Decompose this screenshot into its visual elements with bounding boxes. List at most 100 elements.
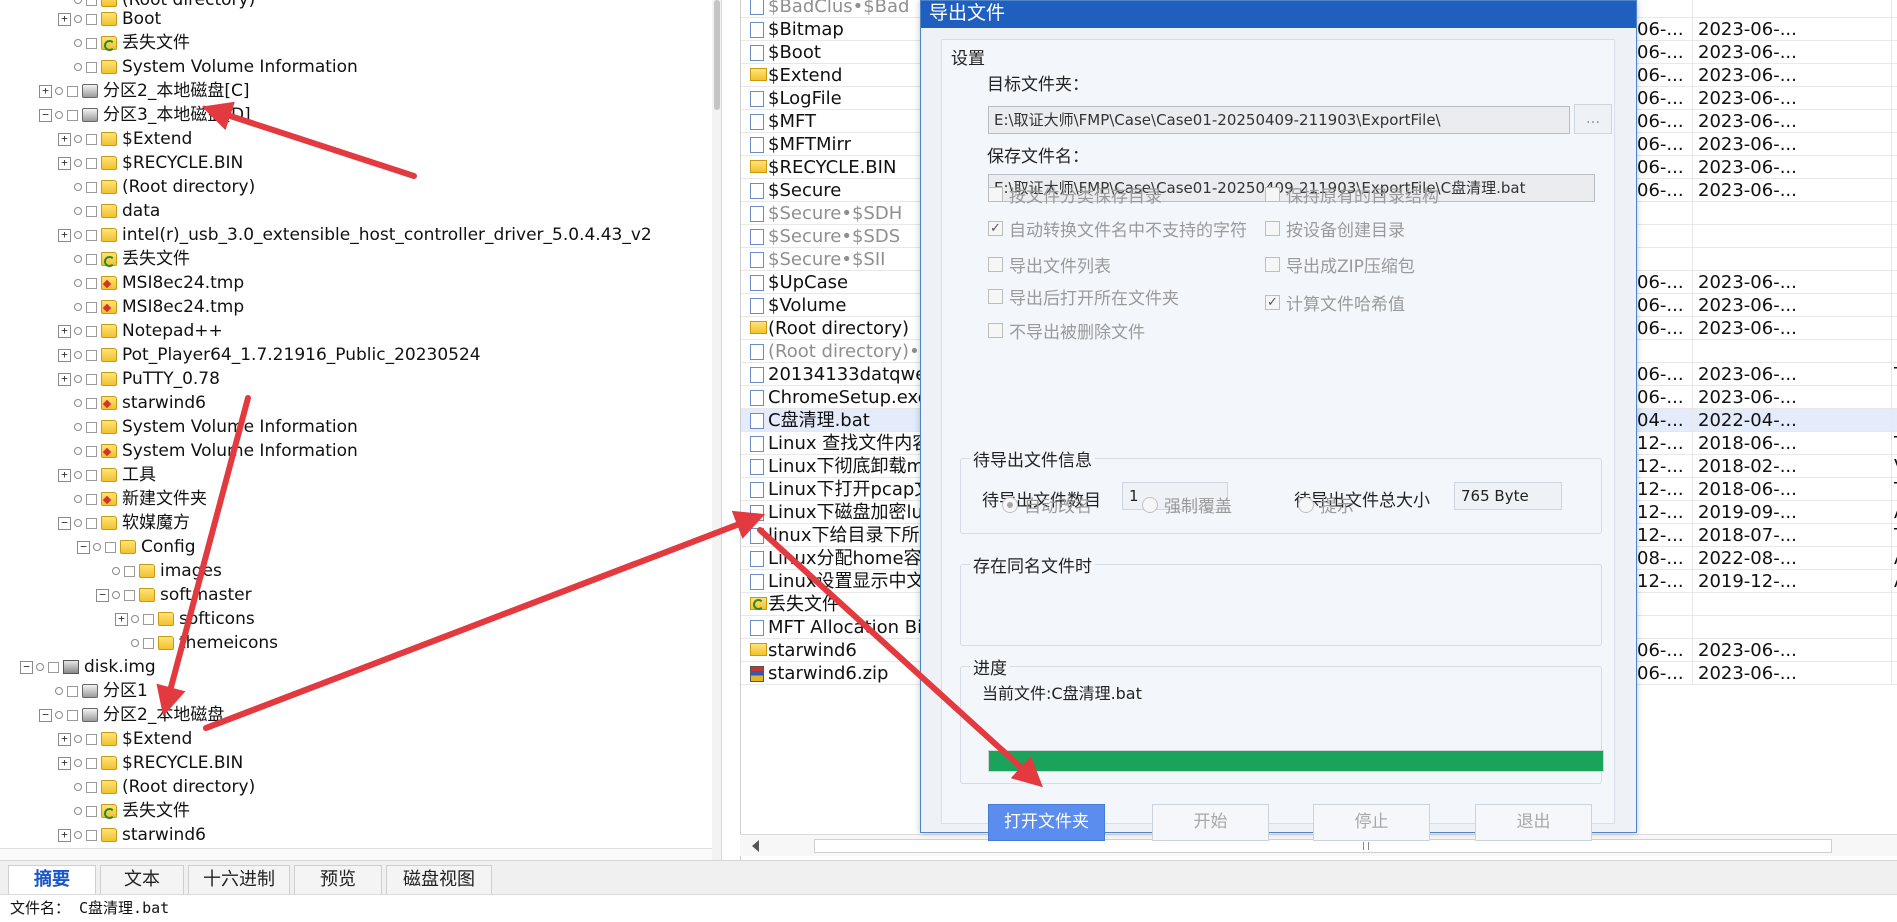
collapse-icon[interactable]: − [77,540,90,554]
collapse-icon[interactable]: − [39,108,52,122]
tree-checkbox[interactable] [143,613,154,625]
option-checkbox[interactable]: 按设备创建目录 [1265,216,1405,241]
option-checkbox[interactable]: 按文件分类保存目录 [988,182,1162,207]
tree-node[interactable]: − 分区2_本地磁盘 [39,703,224,727]
option-checkbox[interactable]: 导出成ZIP压缩包 [1265,252,1415,277]
tree-node[interactable]: (Root directory) [58,175,255,199]
expand-icon[interactable]: + [58,156,71,170]
tree-node[interactable]: data [58,199,160,223]
tree-node[interactable]: starwind6 [58,391,206,415]
tree-checkbox[interactable] [86,805,97,817]
tree-node[interactable]: + PuTTY_0.78 [58,367,220,391]
tree-checkbox[interactable] [67,709,78,721]
stop-button[interactable]: 停止 [1313,804,1430,841]
tree-node[interactable]: + 分区2_本地磁盘[C] [39,79,249,103]
unchecked-box-icon[interactable] [988,257,1003,272]
option-checkbox[interactable]: 不导出被删除文件 [988,318,1145,343]
tree-checkbox[interactable] [86,133,97,145]
tree-checkbox[interactable] [86,445,97,457]
tree-checkbox[interactable] [86,229,97,241]
tree-node[interactable]: System Volume Information [58,439,358,463]
tree-node[interactable]: + starwind6 [58,823,206,847]
tree-node[interactable]: + Pot_Player64_1.7.21916_Public_20230524 [58,343,481,367]
tree-checkbox[interactable] [86,0,97,6]
tree-node[interactable]: System Volume Information [58,415,358,439]
duplicate-radio[interactable]: 提示 [1298,492,1354,517]
tree-scrollbar-thumb[interactable] [714,0,720,110]
tree-checkbox[interactable] [86,829,97,841]
expand-icon[interactable]: + [58,756,71,770]
tree-node[interactable]: System Volume Information [58,55,358,79]
collapse-icon[interactable]: − [39,708,52,722]
tree-node[interactable]: + Boot [58,7,161,31]
tree-checkbox[interactable] [143,637,154,649]
tree-checkbox[interactable] [86,493,97,505]
tree-node[interactable]: 丢失文件 [58,31,190,55]
scrollbar-track[interactable] [814,839,1832,853]
tree-checkbox[interactable] [86,157,97,169]
tree-checkbox[interactable] [67,109,78,121]
tree-node[interactable]: + $Extend [58,727,192,751]
expand-icon[interactable]: + [58,348,71,362]
tree-checkbox[interactable] [86,757,97,769]
target-folder-field[interactable]: E:\取证大师\FMP\Case\Case01-20250409-211903\… [988,106,1570,134]
duplicate-radio[interactable]: 强制覆盖 [1142,492,1232,517]
tree-checkbox[interactable] [86,373,97,385]
tree-node[interactable]: 丢失文件 [58,247,190,271]
tree-checkbox[interactable] [67,85,78,97]
folder-tree-panel[interactable]: (Root directory) + Boot 丢失文件 System Volume I… [0,0,722,860]
expand-icon[interactable]: + [115,612,128,626]
expand-icon[interactable]: + [58,372,71,386]
collapse-icon[interactable]: − [20,660,33,674]
option-checkbox[interactable]: ✓ 自动转换文件名中不支持的字符 [988,216,1247,241]
tree-checkbox[interactable] [86,37,97,49]
tree-checkbox[interactable] [86,781,97,793]
tree-checkbox[interactable] [86,733,97,745]
tree-checkbox[interactable] [124,565,135,577]
unchecked-box-icon[interactable] [988,323,1003,338]
scrollbar-grip-icon[interactable] [1363,842,1369,850]
tree-checkbox[interactable] [86,421,97,433]
expand-icon[interactable]: + [58,468,71,482]
unchecked-box-icon[interactable] [1265,187,1280,202]
option-checkbox[interactable]: 保持原有的目录结构 [1265,182,1439,207]
unchecked-box-icon[interactable] [1265,221,1280,236]
tree-node[interactable]: + Notepad++ [58,319,223,343]
tree-node[interactable]: − disk.img [20,655,156,679]
radio-empty-icon[interactable] [1142,496,1158,513]
checked-box-icon[interactable]: ✓ [1265,295,1280,310]
tree-checkbox[interactable] [86,301,97,313]
browse-button[interactable]: ... [1574,104,1612,134]
open-folder-button[interactable]: 打开文件夹 [988,804,1105,841]
option-checkbox[interactable]: 导出后打开所在文件夹 [988,284,1179,309]
tree-node[interactable]: − Config [77,535,196,559]
tree-vertical-scrollbar[interactable] [712,0,721,860]
scroll-left-icon[interactable] [752,840,759,852]
tree-checkbox[interactable] [86,517,97,529]
tree-checkbox[interactable] [86,253,97,265]
tree-node[interactable]: 新建文件夹 [58,487,207,511]
tree-checkbox[interactable] [105,541,116,553]
tree-checkbox[interactable] [86,61,97,73]
tree-checkbox[interactable] [86,325,97,337]
tree-node[interactable]: + $RECYCLE.BIN [58,751,243,775]
tree-node[interactable]: − softmaster [96,583,252,607]
tree-checkbox[interactable] [86,205,97,217]
tab-4[interactable]: 磁盘视图 [386,865,492,895]
option-checkbox[interactable]: 导出文件列表 [988,252,1111,277]
expand-icon[interactable]: + [39,84,52,98]
tree-node[interactable]: MSI8ec24.tmp [58,295,244,319]
tab-1[interactable]: 文本 [100,865,184,895]
tree-node[interactable]: + 工具 [58,463,156,487]
tree-node[interactable]: + $Extend [58,127,192,151]
start-button[interactable]: 开始 [1152,804,1269,841]
tab-2[interactable]: 十六进制 [188,865,290,895]
tree-node[interactable]: themeicons [115,631,278,655]
tree-checkbox[interactable] [67,685,78,697]
checked-box-icon[interactable]: ✓ [988,221,1003,236]
tree-node[interactable]: (Root directory) [58,775,255,799]
collapse-icon[interactable]: − [96,588,109,602]
tree-node[interactable]: 丢失文件 [58,799,190,823]
duplicate-radio[interactable]: 自动改名 [1002,492,1092,517]
expand-icon[interactable]: + [58,12,71,26]
